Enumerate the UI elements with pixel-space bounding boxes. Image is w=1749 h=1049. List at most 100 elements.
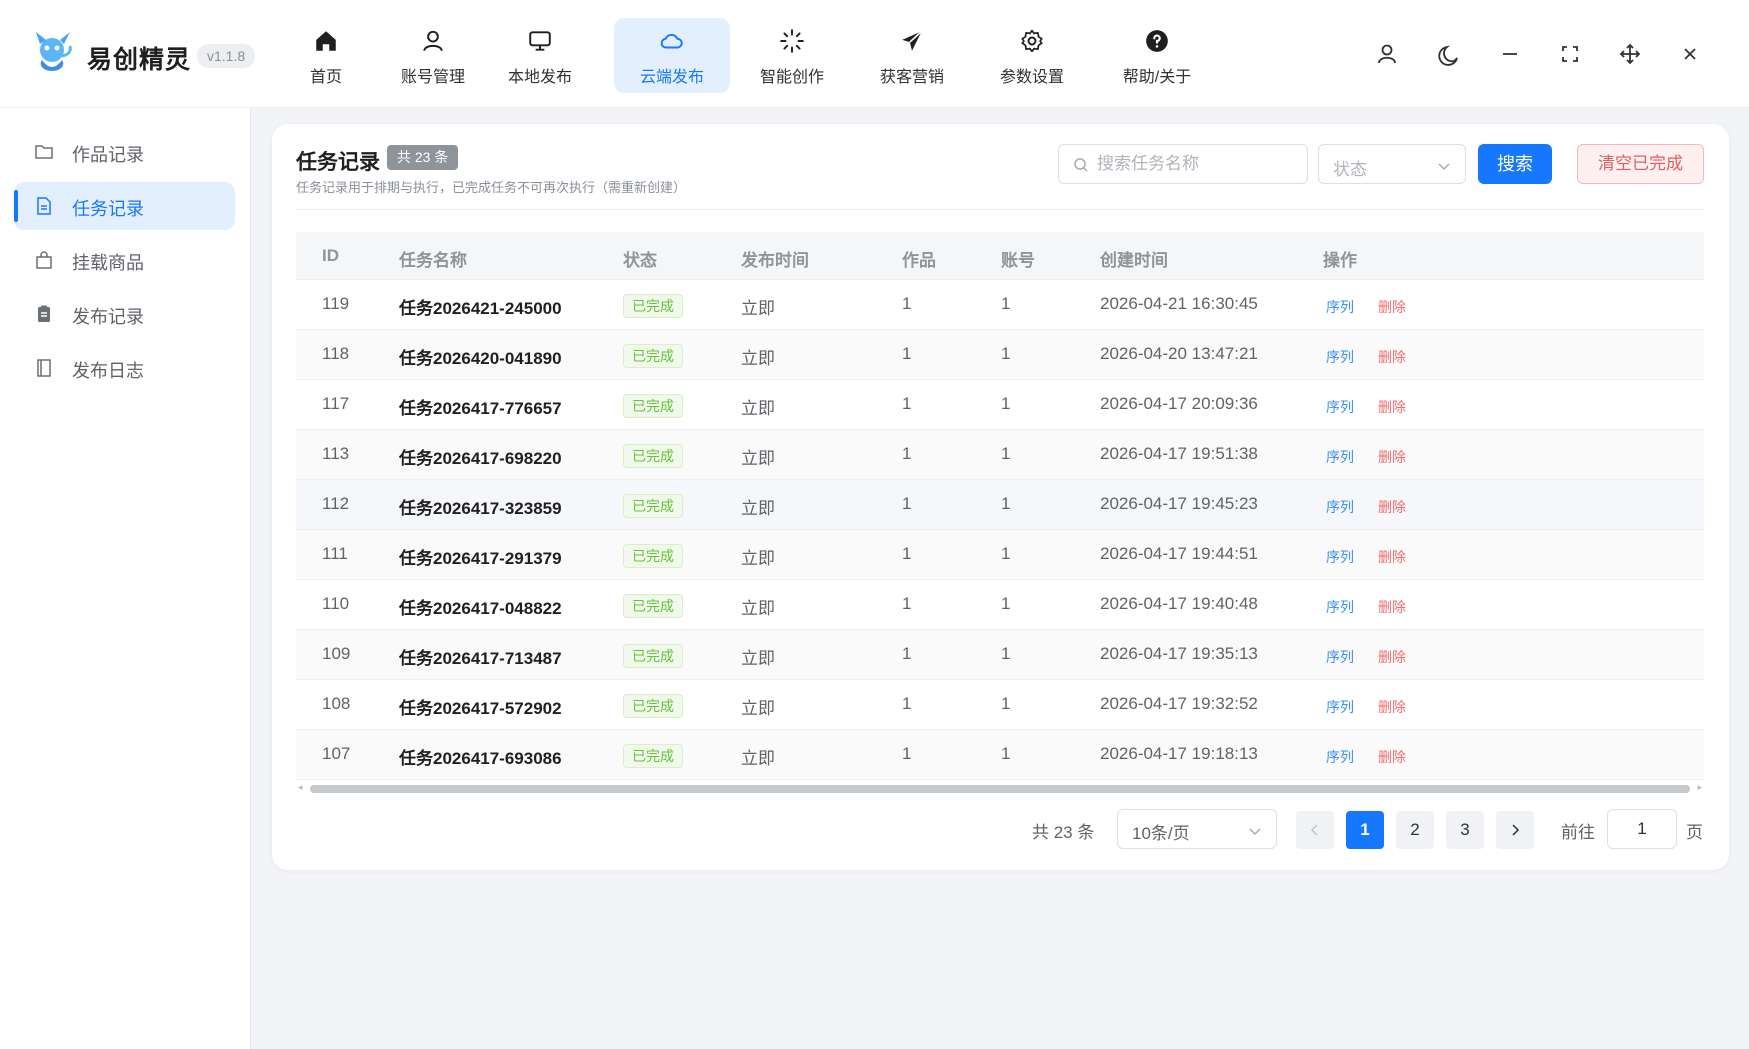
- cell-created-time: 2026-04-17 19:18:13: [1100, 744, 1258, 763]
- cell-task-name: 任务2026417-572902: [399, 699, 562, 718]
- cell-account: 1: [1001, 644, 1011, 663]
- page-button-1[interactable]: 1: [1346, 811, 1384, 849]
- cell-created-time: 2026-04-17 19:40:48: [1100, 594, 1258, 613]
- nav-label: 首页: [309, 69, 342, 86]
- page-size-select[interactable]: 10条/页: [1117, 809, 1277, 849]
- task-table: ID 任务名称 状态 发布时间 作品 账号 创建时间 操作 119 任务20264…: [296, 232, 1704, 780]
- column-header-status: 状态: [623, 251, 657, 270]
- page-button-3[interactable]: 3: [1446, 811, 1484, 849]
- fullscreen-button[interactable]: [1556, 40, 1584, 68]
- delete-action-link[interactable]: 删除: [1378, 347, 1406, 367]
- theme-toggle-button[interactable]: [1436, 40, 1464, 68]
- table-row[interactable]: 118 任务2026420-041890 立即 1 1 2026-04-20 13:47:…: [296, 330, 1704, 380]
- sidebar-item-works[interactable]: 作品记录: [14, 128, 235, 176]
- sidebar-item-label: 任务记录: [72, 199, 144, 219]
- sparkle-loader-icon: [780, 29, 804, 53]
- nav-item-home[interactable]: 首页: [268, 18, 384, 93]
- horizontal-scrollbar[interactable]: ◂ ▸: [296, 782, 1704, 794]
- table-row[interactable]: 110 任务2026417-048822 立即 1 1 2026-04-17 19:40:…: [296, 580, 1704, 630]
- nav-item-settings[interactable]: 参数设置: [974, 18, 1090, 93]
- sidebar-item-products[interactable]: 挂载商品: [14, 236, 235, 284]
- profile-button[interactable]: [1373, 40, 1401, 68]
- table-row[interactable]: 119 任务2026421-245000 立即 1 1 2026-04-21 16:30:…: [296, 280, 1704, 330]
- app-name: 易创精灵: [87, 46, 192, 74]
- sidebar-item-publish-log[interactable]: 发布日志: [14, 344, 235, 392]
- delete-action-link[interactable]: 删除: [1378, 747, 1406, 767]
- sidebar-item-label: 作品记录: [72, 145, 144, 165]
- cell-task-name: 任务2026417-048822: [399, 599, 562, 618]
- column-header-created-time: 创建时间: [1100, 251, 1168, 270]
- table-row[interactable]: 108 任务2026417-572902 立即 1 1 2026-04-17 19:32:…: [296, 680, 1704, 730]
- shopping-bag-icon: [36, 251, 52, 269]
- cell-publish-time: 立即: [741, 299, 775, 318]
- gear-icon: [1021, 29, 1043, 53]
- queue-action-link[interactable]: 序列: [1326, 347, 1354, 367]
- cell-id: 112: [322, 494, 350, 513]
- queue-action-link[interactable]: 序列: [1326, 297, 1354, 317]
- nav-item-local-publish[interactable]: 本地发布: [482, 18, 598, 93]
- column-header-works: 作品: [902, 251, 936, 270]
- nav-item-ai-create[interactable]: 智能创作: [734, 18, 850, 93]
- delete-action-link[interactable]: 删除: [1378, 447, 1406, 467]
- queue-action-link[interactable]: 序列: [1326, 597, 1354, 617]
- scrollbar-thumb[interactable]: [310, 785, 1690, 793]
- search-box[interactable]: [1058, 144, 1308, 184]
- nav-item-help[interactable]: 帮助/关于: [1099, 18, 1215, 93]
- delete-action-link[interactable]: 删除: [1378, 697, 1406, 717]
- chevron-down-icon: [1438, 163, 1450, 171]
- delete-action-link[interactable]: 删除: [1378, 297, 1406, 317]
- delete-action-link[interactable]: 删除: [1378, 597, 1406, 617]
- page-button-2[interactable]: 2: [1396, 811, 1434, 849]
- table-row[interactable]: 113 任务2026417-698220 立即 1 1 2026-04-17 19:51:…: [296, 430, 1704, 480]
- sidebar-item-publish-records[interactable]: 发布记录: [14, 290, 235, 338]
- status-badge: 已完成: [623, 694, 683, 718]
- goto-page-input[interactable]: [1607, 809, 1677, 849]
- clear-completed-button[interactable]: 清空已完成: [1577, 144, 1704, 184]
- table-row[interactable]: 112 任务2026417-323859 立即 1 1 2026-04-17 19:45:…: [296, 480, 1704, 530]
- move-icon: [1619, 43, 1641, 65]
- nav-item-marketing[interactable]: 获客营销: [854, 18, 970, 93]
- status-badge: 已完成: [623, 494, 683, 518]
- cell-account: 1: [1001, 544, 1011, 563]
- status-badge: 已完成: [623, 594, 683, 618]
- scroll-left-icon[interactable]: ◂: [298, 782, 303, 793]
- delete-action-link[interactable]: 删除: [1378, 547, 1406, 567]
- queue-action-link[interactable]: 序列: [1326, 497, 1354, 517]
- prev-page-button[interactable]: [1296, 811, 1334, 849]
- sidebar-item-tasks[interactable]: 任务记录: [14, 182, 235, 230]
- table-row[interactable]: 111 任务2026417-291379 立即 1 1 2026-04-17 19:44:…: [296, 530, 1704, 580]
- cell-task-name: 任务2026417-713487: [399, 649, 562, 668]
- cell-account: 1: [1001, 694, 1011, 713]
- table-row[interactable]: 117 任务2026417-776657 立即 1 1 2026-04-17 20:09:…: [296, 380, 1704, 430]
- status-select[interactable]: 状态: [1318, 144, 1466, 184]
- search-button[interactable]: 搜索: [1478, 144, 1552, 184]
- table-row[interactable]: 107 任务2026417-693086 立即 1 1 2026-04-17 19:18:…: [296, 730, 1704, 780]
- minimize-button[interactable]: [1496, 40, 1524, 68]
- pagination-total: 共 23 条: [1032, 823, 1095, 842]
- queue-action-link[interactable]: 序列: [1326, 447, 1354, 467]
- column-header-actions: 操作: [1323, 251, 1357, 270]
- table-row[interactable]: 109 任务2026417-713487 立即 1 1 2026-04-17 19:35:…: [296, 630, 1704, 680]
- minimize-icon: [1503, 53, 1517, 55]
- cell-task-name: 任务2026417-323859: [399, 499, 562, 518]
- queue-action-link[interactable]: 序列: [1326, 647, 1354, 667]
- nav-item-cloud-publish[interactable]: 云端发布: [614, 18, 730, 93]
- cell-task-name: 任务2026420-041890: [399, 349, 562, 368]
- queue-action-link[interactable]: 序列: [1326, 397, 1354, 417]
- next-page-button[interactable]: [1496, 811, 1534, 849]
- cell-id: 108: [322, 694, 351, 713]
- delete-action-link[interactable]: 删除: [1378, 397, 1406, 417]
- queue-action-link[interactable]: 序列: [1326, 697, 1354, 717]
- nav-item-account[interactable]: 账号管理: [375, 18, 491, 93]
- search-input[interactable]: [1097, 145, 1302, 183]
- cell-account: 1: [1001, 394, 1011, 413]
- scroll-right-icon[interactable]: ▸: [1697, 782, 1702, 793]
- divider: [296, 209, 1704, 210]
- queue-action-link[interactable]: 序列: [1326, 547, 1354, 567]
- delete-action-link[interactable]: 删除: [1378, 497, 1406, 517]
- queue-action-link[interactable]: 序列: [1326, 747, 1354, 767]
- close-button[interactable]: [1676, 40, 1704, 68]
- move-button[interactable]: [1616, 40, 1644, 68]
- delete-action-link[interactable]: 删除: [1378, 647, 1406, 667]
- cell-account: 1: [1001, 444, 1011, 463]
